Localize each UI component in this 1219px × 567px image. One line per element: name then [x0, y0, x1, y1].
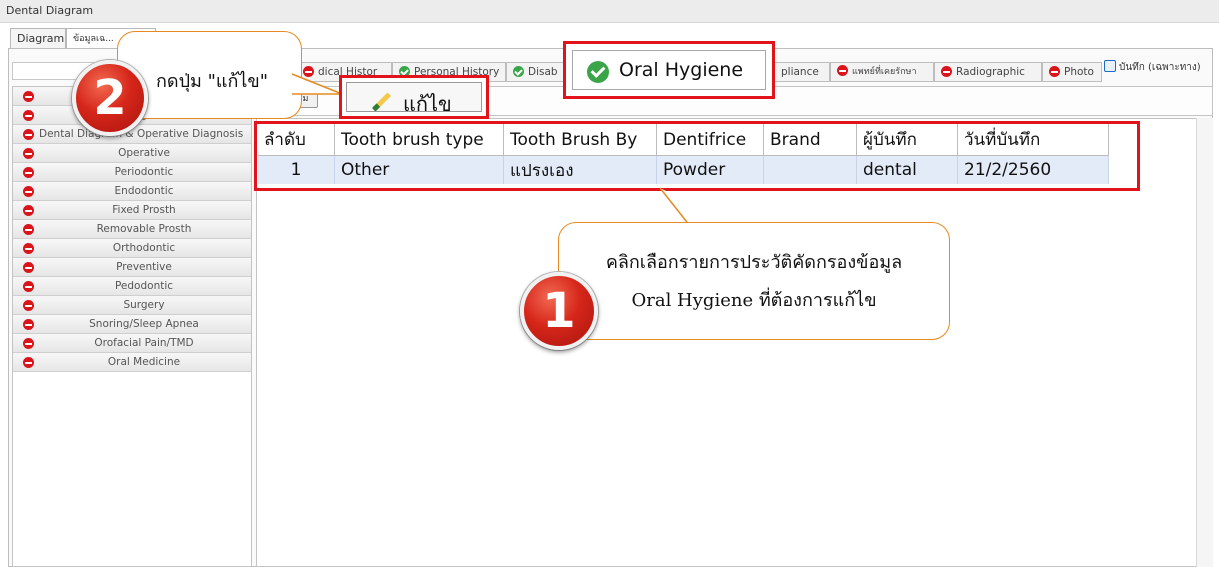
status-red-icon: [23, 224, 34, 235]
status-red-icon: [23, 338, 34, 349]
step1-callout: คลิกเลือกรายการประวัติคัดกรองข้อมูล Oral…: [558, 222, 950, 340]
status-red-icon: [23, 148, 34, 159]
status-red-icon: [23, 281, 34, 292]
status-red-icon: [23, 357, 34, 368]
status-red-icon: [1049, 66, 1060, 77]
sidebar-item-preventive[interactable]: Preventive: [13, 258, 251, 277]
step-1-badge: 1: [520, 272, 598, 350]
save-specialty-button[interactable]: บันทึก (เฉพาะทาง): [1104, 60, 1201, 78]
tab-disability[interactable]: Disab: [506, 62, 566, 82]
sidebar-item-periodontic[interactable]: Periodontic: [13, 163, 251, 182]
status-red-icon: [23, 243, 34, 254]
status-red-icon: [23, 91, 34, 102]
specialty-sidebar: Diagnosis Dental Diagram & Operative Dia…: [12, 86, 252, 567]
status-red-icon: [941, 66, 952, 77]
tab-compliance[interactable]: pliance: [774, 62, 830, 82]
oral-hygiene-tab-highlight: Oral Hygiene: [563, 41, 775, 99]
sidebar-item-orofacial-pain[interactable]: Orofacial Pain/TMD: [13, 334, 251, 353]
status-red-icon: [23, 300, 34, 311]
tab-radiographic[interactable]: Radiographic: [934, 62, 1042, 82]
sidebar-item-fixed-prosth[interactable]: Fixed Prosth: [13, 201, 251, 220]
step-2-badge: 2: [72, 60, 148, 136]
save-icon: [1104, 60, 1116, 72]
status-red-icon: [23, 110, 34, 121]
status-check-icon: [513, 66, 524, 77]
tab-photo[interactable]: Photo: [1042, 62, 1102, 82]
sidebar-item-operative[interactable]: Operative: [13, 144, 251, 163]
tab-diagram[interactable]: Diagram: [10, 28, 66, 48]
status-red-icon: [23, 167, 34, 178]
tab-oral-hygiene[interactable]: Oral Hygiene: [572, 50, 766, 90]
status-red-icon: [837, 65, 848, 76]
status-red-icon: [23, 262, 34, 273]
sidebar-item-snoring[interactable]: Snoring/Sleep Apnea: [13, 315, 251, 334]
window-title-bar: Dental Diagram: [0, 0, 1219, 23]
status-red-icon: [23, 186, 34, 197]
sidebar-item-pedodontic[interactable]: Pedodontic: [13, 277, 251, 296]
table-highlight-box: [254, 121, 1140, 191]
status-red-icon: [23, 319, 34, 330]
sidebar-item-surgery[interactable]: Surgery: [13, 296, 251, 315]
pencil-icon: [371, 92, 392, 112]
sidebar-item-removable-prosth[interactable]: Removable Prosth: [13, 220, 251, 239]
tab-previous-dentist[interactable]: แพทย์ที่เคยรักษา: [830, 62, 934, 82]
status-red-icon: [23, 205, 34, 216]
sidebar-item-orthodontic[interactable]: Orthodontic: [13, 239, 251, 258]
grid-scrollbar[interactable]: [1196, 118, 1213, 567]
sidebar-item-endodontic[interactable]: Endodontic: [13, 182, 251, 201]
window-title: Dental Diagram: [6, 4, 94, 17]
sidebar-item-oral-medicine[interactable]: Oral Medicine: [13, 353, 251, 372]
edit-button[interactable]: แก้ไข: [346, 82, 482, 116]
status-red-icon: [23, 129, 34, 140]
status-check-icon: [587, 61, 609, 83]
edit-button-highlight: แก้ไข: [339, 75, 489, 119]
